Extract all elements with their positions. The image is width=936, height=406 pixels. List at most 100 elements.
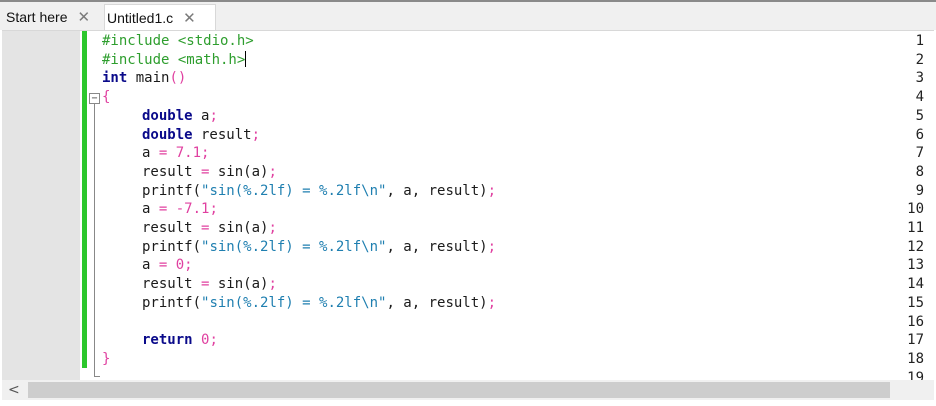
tab-label: Untitled1.c bbox=[107, 9, 174, 26]
identifier: result bbox=[142, 276, 202, 293]
code-line: printf("sin(%.2lf) = %.2lf\n", a, result… bbox=[142, 182, 496, 201]
tab-bar: Start here ✕ Untitled1.c ✕ bbox=[0, 0, 936, 30]
line-number: 1 bbox=[915, 33, 924, 49]
code-line: a = -7.1; bbox=[142, 200, 218, 219]
preprocessor-directive: #include <math.h> bbox=[102, 51, 246, 68]
string-literal: "sin(%.2lf) = %.2lf\n" bbox=[201, 238, 387, 255]
semicolon: ; bbox=[487, 294, 497, 311]
line-number: 15 bbox=[907, 294, 924, 311]
line-number: 6 bbox=[915, 126, 924, 143]
line-number: 16 bbox=[907, 313, 924, 330]
number-literal: -7.1 bbox=[167, 201, 210, 218]
identifier: a bbox=[142, 145, 159, 162]
keyword: double bbox=[142, 107, 193, 124]
identifier: a bbox=[142, 201, 159, 218]
paren: () bbox=[169, 70, 187, 87]
paren: ) bbox=[479, 294, 488, 311]
code-line: a = 0; bbox=[142, 256, 193, 275]
semicolon: ; bbox=[487, 238, 497, 255]
horizontal-scrollbar[interactable]: < bbox=[2, 380, 934, 400]
keyword: return bbox=[142, 332, 193, 349]
arguments: , a, result bbox=[386, 182, 480, 199]
line-number: 3 bbox=[915, 70, 924, 87]
paren: ) bbox=[479, 182, 488, 199]
line-number-gutter bbox=[2, 31, 80, 381]
brace: { bbox=[102, 89, 111, 106]
semicolon: ; bbox=[268, 220, 277, 236]
code-line: double a; bbox=[142, 107, 218, 126]
arguments: (a) bbox=[243, 276, 269, 293]
function-call: sin bbox=[209, 163, 244, 180]
line-number: 2 bbox=[915, 51, 924, 68]
code-line: result = sin(a); bbox=[142, 275, 277, 294]
line-number: 12 bbox=[907, 238, 924, 255]
semicolon: ; bbox=[487, 182, 497, 199]
paren: ( bbox=[192, 294, 202, 311]
semicolon: ; bbox=[268, 163, 277, 180]
semicolon: ; bbox=[184, 257, 193, 274]
arguments: (a) bbox=[243, 220, 269, 236]
semicolon: ; bbox=[209, 107, 218, 124]
code-editor[interactable]: − 1 2 3 4 5 6 7 8 9 10 11 12 13 14 15 16 17 18 19 #include… bbox=[2, 30, 934, 381]
tab-label: Start here bbox=[6, 8, 68, 25]
code-line: result = sin(a); bbox=[142, 163, 277, 182]
line-number: 18 bbox=[907, 350, 924, 367]
fold-range-end bbox=[94, 376, 100, 377]
line-number: 17 bbox=[907, 332, 924, 349]
fold-range-line bbox=[94, 104, 95, 376]
code-line: printf("sin(%.2lf) = %.2lf\n", a, result… bbox=[142, 294, 496, 313]
line-number: 7 bbox=[915, 145, 924, 162]
number-literal: 0 bbox=[167, 257, 185, 274]
semicolon: ; bbox=[251, 126, 261, 143]
code-line: } bbox=[102, 350, 110, 369]
code-line: int main() bbox=[102, 69, 186, 88]
scrollbar-thumb[interactable] bbox=[28, 382, 890, 398]
semicolon: ; bbox=[268, 276, 277, 293]
number-literal: 7.1 bbox=[167, 145, 202, 162]
function-call: sin bbox=[209, 220, 244, 236]
paren: ( bbox=[192, 182, 202, 199]
fold-collapse-icon[interactable]: − bbox=[89, 93, 100, 104]
semicolon: ; bbox=[201, 145, 210, 162]
arguments: , a, result bbox=[386, 238, 480, 255]
identifier: main bbox=[127, 70, 170, 87]
paren: ) bbox=[479, 238, 488, 255]
code-line: result = sin(a); bbox=[142, 219, 277, 238]
code-line: return 0; bbox=[142, 331, 218, 350]
line-number: 10 bbox=[907, 201, 924, 218]
scroll-left-arrow-icon[interactable]: < bbox=[8, 380, 20, 400]
text-cursor bbox=[245, 50, 247, 67]
close-icon[interactable]: ✕ bbox=[183, 9, 196, 27]
keyword: int bbox=[102, 70, 128, 87]
brace: } bbox=[102, 350, 111, 367]
line-number: 8 bbox=[915, 163, 924, 180]
code-line: printf("sin(%.2lf) = %.2lf\n", a, result… bbox=[142, 238, 496, 257]
semicolon: ; bbox=[209, 201, 218, 218]
string-literal: "sin(%.2lf) = %.2lf\n" bbox=[201, 182, 387, 199]
close-icon[interactable]: ✕ bbox=[77, 8, 90, 26]
line-number: 11 bbox=[907, 220, 924, 236]
line-number: 5 bbox=[915, 107, 924, 124]
tab-untitled1-c[interactable]: Untitled1.c ✕ bbox=[104, 4, 216, 30]
tab-start-here[interactable]: Start here ✕ bbox=[2, 4, 108, 29]
function-call: printf bbox=[142, 182, 193, 199]
paren: ( bbox=[192, 238, 202, 255]
identifier: a bbox=[192, 107, 210, 124]
code-line: a = 7.1; bbox=[142, 144, 209, 163]
preprocessor-directive: #include <stdio.h> bbox=[102, 33, 254, 49]
tab-bar-border bbox=[0, 0, 936, 2]
number-literal: 0 bbox=[192, 332, 210, 349]
line-number: 4 bbox=[915, 89, 924, 106]
change-history-bar bbox=[82, 31, 87, 368]
code-line: #include <math.h> bbox=[102, 50, 247, 70]
string-literal: "sin(%.2lf) = %.2lf\n" bbox=[201, 294, 387, 311]
line-number: 9 bbox=[915, 182, 924, 199]
function-call: printf bbox=[142, 294, 193, 311]
code-line: double result; bbox=[142, 126, 260, 145]
function-call: sin bbox=[209, 276, 244, 293]
function-call: printf bbox=[142, 238, 193, 255]
identifier: result bbox=[192, 126, 252, 143]
identifier: result bbox=[142, 163, 202, 180]
identifier: a bbox=[142, 257, 159, 274]
semicolon: ; bbox=[209, 332, 218, 349]
